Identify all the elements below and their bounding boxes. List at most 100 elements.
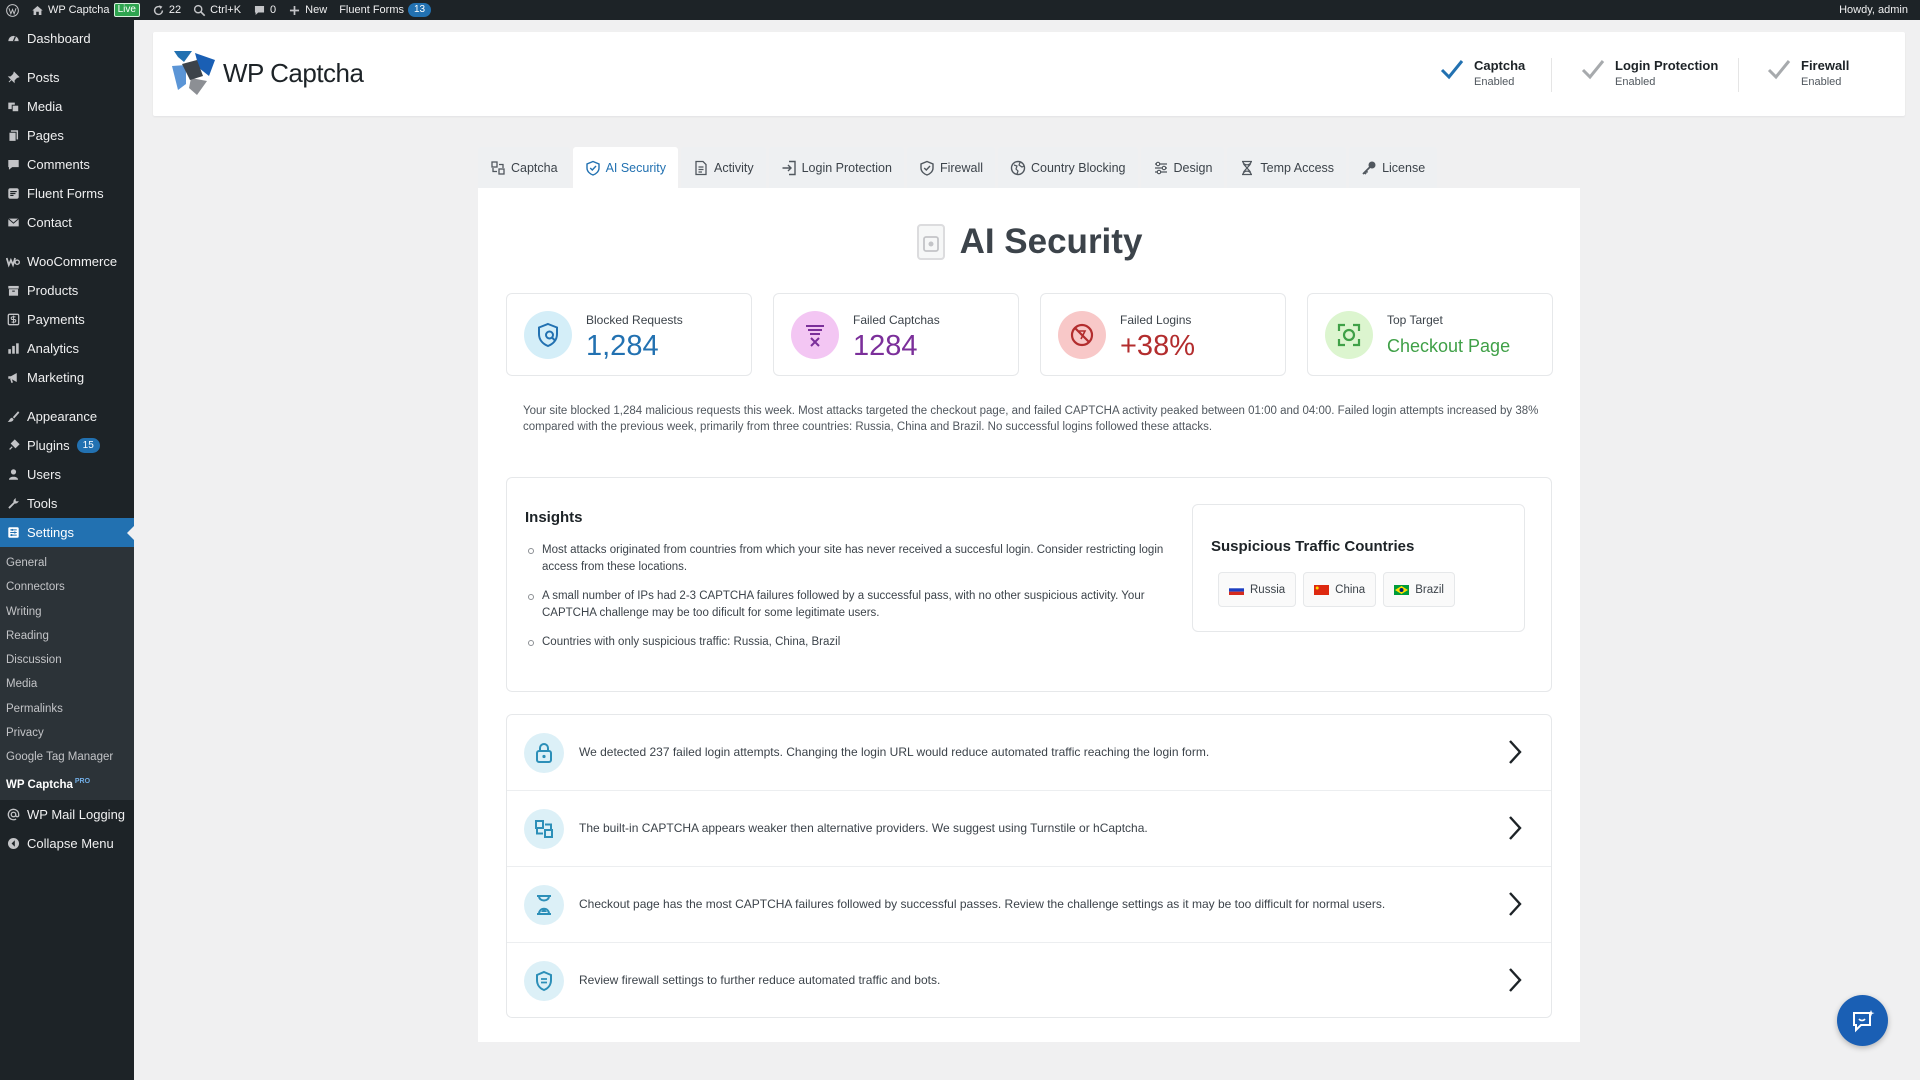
hourglass-icon: [524, 885, 564, 925]
howdy-link[interactable]: Howdy, admin: [1839, 4, 1920, 16]
site-name: WP Captcha: [48, 4, 110, 16]
fluent-forms-link[interactable]: Fluent Forms 13: [333, 0, 437, 20]
tab-ai-security[interactable]: AI Security: [572, 147, 678, 188]
ai-security-panel: AI Security Blocked Requests 1,284 Faile…: [478, 188, 1580, 1042]
sidebar-item-users[interactable]: Users: [0, 460, 134, 489]
submenu-item-reading[interactable]: Reading: [0, 624, 134, 648]
lock-icon: [524, 733, 564, 773]
search-icon: [194, 4, 206, 16]
envelope-icon: [6, 216, 20, 230]
submenu-item-privacy[interactable]: Privacy: [0, 721, 134, 745]
tab-label: Login Protection: [801, 160, 892, 175]
tab-login-protection[interactable]: Login Protection: [768, 147, 904, 188]
country-name: Brazil: [1415, 583, 1444, 596]
stat-value: +38%: [1120, 330, 1195, 362]
archive-icon: [6, 284, 20, 298]
stat-value: 1,284: [586, 330, 659, 362]
sidebar-item-label: Pages: [27, 128, 64, 143]
recommendation-firewall[interactable]: Review firewall settings to further redu…: [507, 943, 1551, 1018]
country-name: China: [1335, 583, 1366, 596]
updates-count: 22: [168, 4, 182, 16]
updates-link[interactable]: 22: [146, 0, 187, 20]
country-chip-russia[interactable]: Russia: [1218, 572, 1297, 607]
sliders-icon: [1154, 161, 1167, 174]
sidebar-item-label: WooCommerce: [27, 254, 118, 269]
insights-heading: Insights: [525, 509, 583, 526]
chevron-right-icon: [1509, 740, 1522, 764]
collapse-menu-button[interactable]: Collapse Menu: [0, 829, 134, 858]
submenu-item-connectors[interactable]: Connectors: [0, 575, 134, 599]
submenu-item-discussion[interactable]: Discussion: [0, 648, 134, 672]
sidebar-item-plugins[interactable]: Plugins 15: [0, 431, 134, 460]
at-icon: [6, 807, 20, 821]
wp-captcha-logo-icon: [172, 51, 215, 95]
sidebar-item-woocommerce[interactable]: WooCommerce: [0, 247, 134, 276]
sidebar-item-dashboard[interactable]: Dashboard: [0, 24, 134, 53]
tab-activity[interactable]: Activity: [681, 147, 766, 188]
tab-label: AI Security: [605, 160, 666, 175]
status-title: Login Protection: [1615, 58, 1719, 73]
pro-badge: PRO: [74, 777, 91, 785]
forms-icon: [6, 187, 20, 201]
submenu-item-wp-captcha[interactable]: WP Captcha PRO: [0, 770, 134, 794]
submenu-item-general[interactable]: General: [0, 551, 134, 575]
admin-bar: WP Captcha Live 22 Ctrl+K 0 New Fluent F…: [0, 0, 1920, 20]
tab-label: Country Blocking: [1031, 160, 1126, 175]
media-icon: [6, 100, 20, 114]
sidebar-item-analytics[interactable]: Analytics: [0, 334, 134, 363]
sidebar-item-posts[interactable]: Posts: [0, 63, 134, 92]
search-link[interactable]: Ctrl+K: [187, 0, 247, 20]
site-name-link[interactable]: WP Captcha Live: [25, 0, 146, 20]
tab-firewall[interactable]: Firewall: [906, 147, 995, 188]
new-label: New: [305, 4, 328, 16]
status-sub: Enabled: [1801, 76, 1842, 88]
sidebar-item-marketing[interactable]: Marketing: [0, 363, 134, 392]
stat-card-top-target: Top Target Checkout Page: [1307, 293, 1553, 376]
chat-icon: [1852, 1009, 1874, 1032]
sidebar-item-payments[interactable]: Payments: [0, 305, 134, 334]
new-content-link[interactable]: New: [282, 0, 333, 20]
sidebar-item-wp-mail-logging[interactable]: WP Mail Logging: [0, 800, 134, 829]
tab-design[interactable]: Design: [1140, 147, 1225, 188]
document-icon: [695, 160, 707, 175]
status-firewall: Firewall Enabled: [1767, 58, 1849, 88]
wp-logo-button[interactable]: [0, 0, 25, 20]
megaphone-icon: [6, 371, 20, 385]
sidebar-item-comments[interactable]: Comments: [0, 150, 134, 179]
sidebar-item-tools[interactable]: Tools: [0, 489, 134, 518]
help-chat-button[interactable]: [1837, 995, 1888, 1046]
sidebar-item-appearance[interactable]: Appearance: [0, 402, 134, 431]
recommendation-checkout-challenge[interactable]: Checkout page has the most CAPTCHA failu…: [507, 867, 1551, 942]
chevron-right-icon: [1509, 968, 1522, 992]
submenu-item-google-tag-manager[interactable]: Google Tag Manager: [0, 745, 134, 769]
chevron-right-icon: [1509, 892, 1522, 916]
tab-country-blocking[interactable]: Country Blocking: [998, 147, 1138, 188]
sidebar-item-label: Analytics: [27, 341, 80, 356]
wp-captcha-logo: WP Captcha: [169, 48, 364, 98]
sidebar-item-fluent-forms[interactable]: Fluent Forms: [0, 179, 134, 208]
submenu-item-writing[interactable]: Writing: [0, 600, 134, 624]
status-login-protection: Login Protection Enabled: [1581, 58, 1718, 88]
suspicious-countries-heading: Suspicious Traffic Countries: [1211, 538, 1415, 555]
tab-license[interactable]: License: [1349, 147, 1438, 188]
country-chip-china[interactable]: China: [1303, 572, 1377, 607]
recommendation-login-url[interactable]: We detected 237 failed login attempts. C…: [507, 715, 1551, 790]
sidebar-item-label: Comments: [27, 157, 90, 172]
hourglass-icon: [1242, 160, 1253, 175]
country-chip-brazil[interactable]: Brazil: [1383, 572, 1455, 607]
tab-captcha[interactable]: Captcha: [478, 147, 570, 188]
tab-temp-access[interactable]: Temp Access: [1227, 147, 1347, 188]
recommendation-captcha-provider[interactable]: The built-in CAPTCHA appears weaker then…: [507, 791, 1551, 866]
sidebar-item-contact[interactable]: Contact: [0, 208, 134, 237]
puzzle-icon: [491, 160, 505, 175]
submenu-item-label: WP Captcha: [6, 778, 73, 791]
sidebar-item-media[interactable]: Media: [0, 92, 134, 121]
comments-link[interactable]: 0: [247, 0, 282, 20]
submenu-item-media[interactable]: Media: [0, 672, 134, 696]
refresh-icon: [153, 4, 164, 15]
sidebar-item-settings[interactable]: Settings: [0, 518, 134, 547]
sidebar-item-products[interactable]: Products: [0, 276, 134, 305]
sidebar-item-pages[interactable]: Pages: [0, 121, 134, 150]
home-icon: [32, 5, 43, 15]
submenu-item-permalinks[interactable]: Permalinks: [0, 697, 134, 721]
